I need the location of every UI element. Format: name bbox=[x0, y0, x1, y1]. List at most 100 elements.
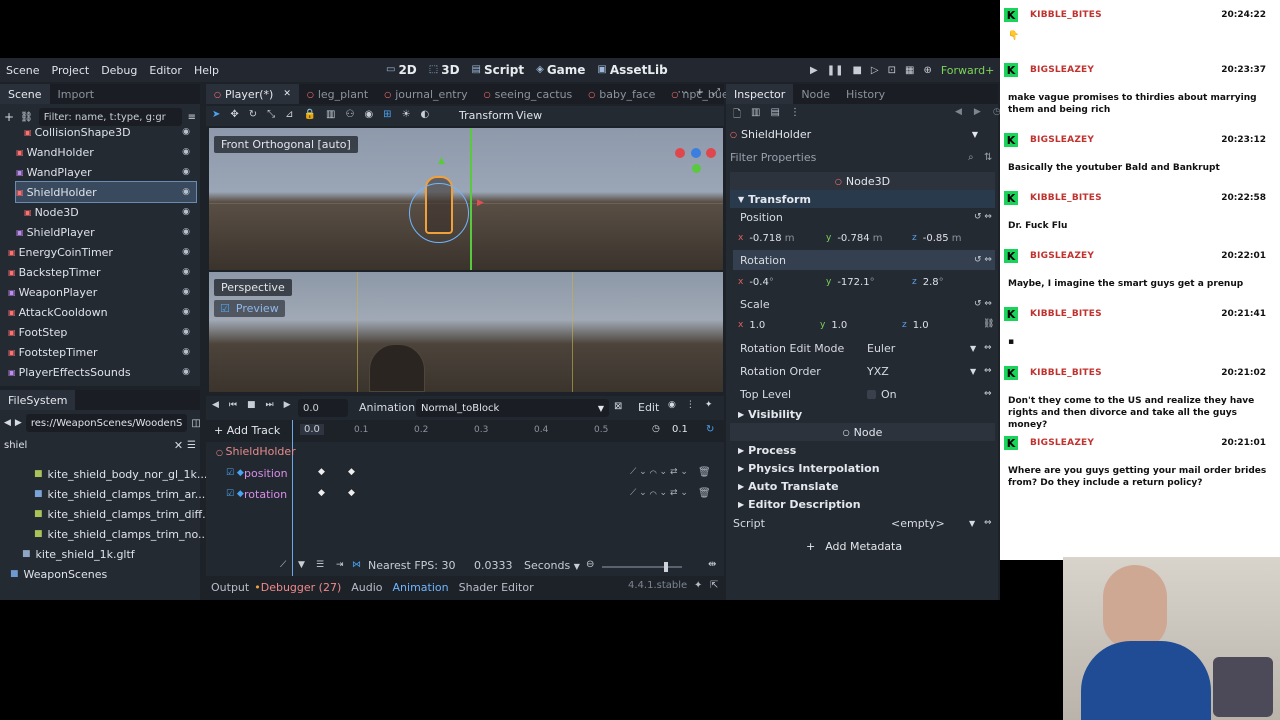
scale-x-field[interactable]: x 1.0 bbox=[738, 315, 765, 335]
visibility-eye-icon[interactable]: ◉ bbox=[182, 327, 190, 337]
scene-tab[interactable]: ○ Player(*) ✕ bbox=[206, 84, 299, 104]
menu-editor[interactable]: Editor bbox=[143, 64, 188, 77]
history-back-icon[interactable]: ◀ bbox=[955, 107, 962, 117]
forward-icon[interactable]: ▶ bbox=[15, 418, 22, 428]
orient-z-dot[interactable] bbox=[691, 148, 701, 158]
delete-track-icon[interactable]: 🗑 bbox=[698, 488, 711, 499]
scene-node[interactable]: ▣ FootstepTimer ◉ bbox=[8, 342, 196, 362]
section-editor-description[interactable]: ▶ Editor Description bbox=[730, 495, 995, 513]
new-resource-icon[interactable]: 🗋 bbox=[733, 107, 741, 124]
rot-edit-mode-select[interactable]: Euler bbox=[867, 342, 895, 355]
file-item[interactable]: ■ WeaponScenes bbox=[10, 564, 107, 584]
keyframe-icon[interactable]: ⇔ bbox=[984, 518, 992, 528]
stop-icon[interactable]: ■ bbox=[852, 65, 861, 76]
ruler-tool-icon[interactable]: ⊿ bbox=[285, 109, 293, 120]
visibility-eye-icon[interactable]: ◉ bbox=[182, 127, 190, 137]
rotate-tool-icon[interactable]: ↻ bbox=[249, 109, 257, 120]
revert-icon[interactable]: ↺ ⇔ bbox=[974, 255, 992, 265]
orient-x-neg-dot[interactable] bbox=[706, 148, 716, 158]
bottom-tab[interactable]: Audio bbox=[346, 581, 387, 594]
track-interp-icons[interactable]: ⟋ ⌄ ⌒ ⌄ ⇄ ⌄ bbox=[630, 467, 688, 477]
split-icon[interactable]: ◫ bbox=[191, 418, 200, 429]
scene-tab[interactable]: ○ leg_plant bbox=[299, 84, 376, 104]
tab-inspector[interactable]: Inspector bbox=[726, 84, 794, 104]
snap-mode[interactable]: Nearest FPS: 30 bbox=[368, 559, 455, 572]
lock-icon[interactable]: 🔒 bbox=[304, 109, 316, 120]
play-anim-icon[interactable]: ▶ bbox=[284, 400, 291, 410]
bottom-tab[interactable]: Shader Editor bbox=[454, 581, 539, 594]
filter-icon[interactable]: ▼ bbox=[298, 560, 305, 570]
file-item[interactable]: ■ kite_shield_clamps_trim_ar... bbox=[34, 484, 205, 504]
section-auto-translate[interactable]: ▶ Auto Translate bbox=[730, 477, 995, 495]
animation-select[interactable]: Normal_toBlock ▼ bbox=[416, 399, 609, 417]
gizmo-right-arrow[interactable]: ▶ bbox=[477, 198, 484, 208]
stop-anim-icon[interactable]: ■ bbox=[247, 400, 256, 410]
link-scale-icon[interactable]: ⛓ bbox=[983, 319, 994, 329]
gizmo-up-arrow[interactable]: ▲ bbox=[438, 156, 445, 166]
track-enable-checkbox[interactable]: ☑ ◆ bbox=[226, 468, 244, 478]
bottom-tab[interactable]: Debugger (27) bbox=[261, 581, 347, 594]
snap-keys-icon[interactable]: ⇥ bbox=[336, 560, 344, 570]
viewport-front-orthogonal[interactable]: Front Orthogonal [auto] ▲ ▶ bbox=[209, 128, 723, 270]
view-menu[interactable]: View bbox=[516, 109, 542, 122]
menu-scene[interactable]: Scene bbox=[0, 64, 46, 77]
file-item[interactable]: ■ kite_shield_body_nor_gl_1k... bbox=[34, 464, 207, 484]
remote-icon[interactable]: ⊕ bbox=[923, 65, 931, 76]
menu-project[interactable]: Project bbox=[46, 64, 96, 77]
object-history-icon[interactable]: ◷ bbox=[993, 107, 1000, 117]
scene-node[interactable]: ▣ WandHolder ◉ bbox=[16, 142, 196, 162]
inspector-object-path[interactable]: ○ ShieldHolder ▼ bbox=[730, 126, 978, 142]
viewport-bottom-label[interactable]: Perspective bbox=[214, 279, 292, 296]
time-unit-select[interactable]: Seconds ▼ bbox=[524, 559, 580, 572]
distraction-free-icon[interactable]: ⤢ bbox=[712, 87, 720, 98]
character-model[interactable] bbox=[369, 344, 425, 392]
more-icon[interactable]: ⋮ bbox=[686, 400, 695, 410]
group-icon[interactable]: ▥ bbox=[326, 109, 335, 120]
save-resource-icon[interactable]: ▤ bbox=[771, 107, 780, 124]
play-scene-icon[interactable]: ▷ bbox=[871, 65, 879, 76]
visibility-eye-icon[interactable]: ◉ bbox=[182, 147, 190, 157]
scene-tab[interactable]: ○ baby_face bbox=[580, 84, 663, 104]
viewport-perspective[interactable]: Perspective ☑ Preview bbox=[209, 272, 723, 392]
preview-checkbox[interactable]: ☑ bbox=[220, 302, 230, 315]
snap-icon[interactable]: ⊞ bbox=[383, 109, 391, 120]
pause-icon[interactable]: ❚❚ bbox=[827, 65, 844, 76]
visibility-eye-icon[interactable]: ◉ bbox=[182, 287, 190, 297]
tabs-more-icon[interactable]: ⋯ bbox=[678, 87, 688, 98]
track-group-shieldholder[interactable]: ○ ShieldHolder bbox=[216, 445, 296, 458]
tab-node[interactable]: Node bbox=[793, 84, 838, 104]
anim-length[interactable]: 0.1 bbox=[672, 424, 688, 435]
keyframe[interactable]: ◆ bbox=[348, 467, 355, 477]
keyframe-icon[interactable]: ⇔ bbox=[984, 389, 992, 399]
visibility-eye-icon[interactable]: ◉ bbox=[182, 267, 190, 277]
orient-x-dot[interactable] bbox=[675, 148, 685, 158]
scene-node[interactable]: ▣ WeaponPlayer ◉ bbox=[8, 282, 196, 302]
track-position[interactable]: ☑ ◆ position ◆ ◆ ⟋ ⌄ ⌒ ⌄ ⇄ ⌄ 🗑 bbox=[206, 464, 724, 484]
scene-node[interactable]: ▣ EnergyCoinTimer ◉ bbox=[8, 242, 196, 262]
scene-tab[interactable]: ○ journal_entry bbox=[376, 84, 475, 104]
play-backwards-icon[interactable]: ◀ bbox=[212, 400, 219, 410]
close-icon[interactable]: ✕ bbox=[283, 89, 291, 99]
add-track-button[interactable]: + Add Track bbox=[214, 424, 280, 437]
add-node-icon[interactable]: + bbox=[4, 110, 14, 124]
movie-icon[interactable]: ▦ bbox=[905, 65, 914, 76]
workspace-3d[interactable]: ⬚ 3D bbox=[423, 63, 466, 77]
autoplay-icon[interactable]: ⊠ bbox=[614, 401, 622, 412]
snap-timeline-icon[interactable]: ⋈ bbox=[352, 560, 361, 570]
keyframe-icon[interactable]: ⇔ bbox=[984, 343, 992, 353]
load-resource-icon[interactable]: ▥ bbox=[751, 107, 760, 124]
file-item[interactable]: ■ kite_shield_1k.gltf bbox=[22, 544, 135, 564]
position-x-field[interactable]: x -0.718 m bbox=[738, 228, 795, 248]
position-z-field[interactable]: z -0.85 m bbox=[912, 228, 962, 248]
workspace-2d[interactable]: ▭ 2D bbox=[380, 63, 423, 77]
visibility-eye-icon[interactable]: ◉ bbox=[182, 227, 190, 237]
tab-scene[interactable]: Scene bbox=[0, 84, 50, 104]
bezier-icon[interactable]: ⟋ bbox=[280, 560, 286, 570]
menu-help[interactable]: Help bbox=[188, 64, 225, 77]
pin-panel-icon[interactable]: ✦ bbox=[694, 580, 702, 591]
list-icon[interactable]: ☰ bbox=[316, 560, 324, 570]
pin-icon[interactable]: ✦ bbox=[705, 400, 713, 410]
orient-y-dot[interactable] bbox=[692, 164, 701, 173]
play-icon[interactable]: ▶ bbox=[810, 65, 818, 76]
top-level-checkbox[interactable] bbox=[867, 390, 876, 399]
